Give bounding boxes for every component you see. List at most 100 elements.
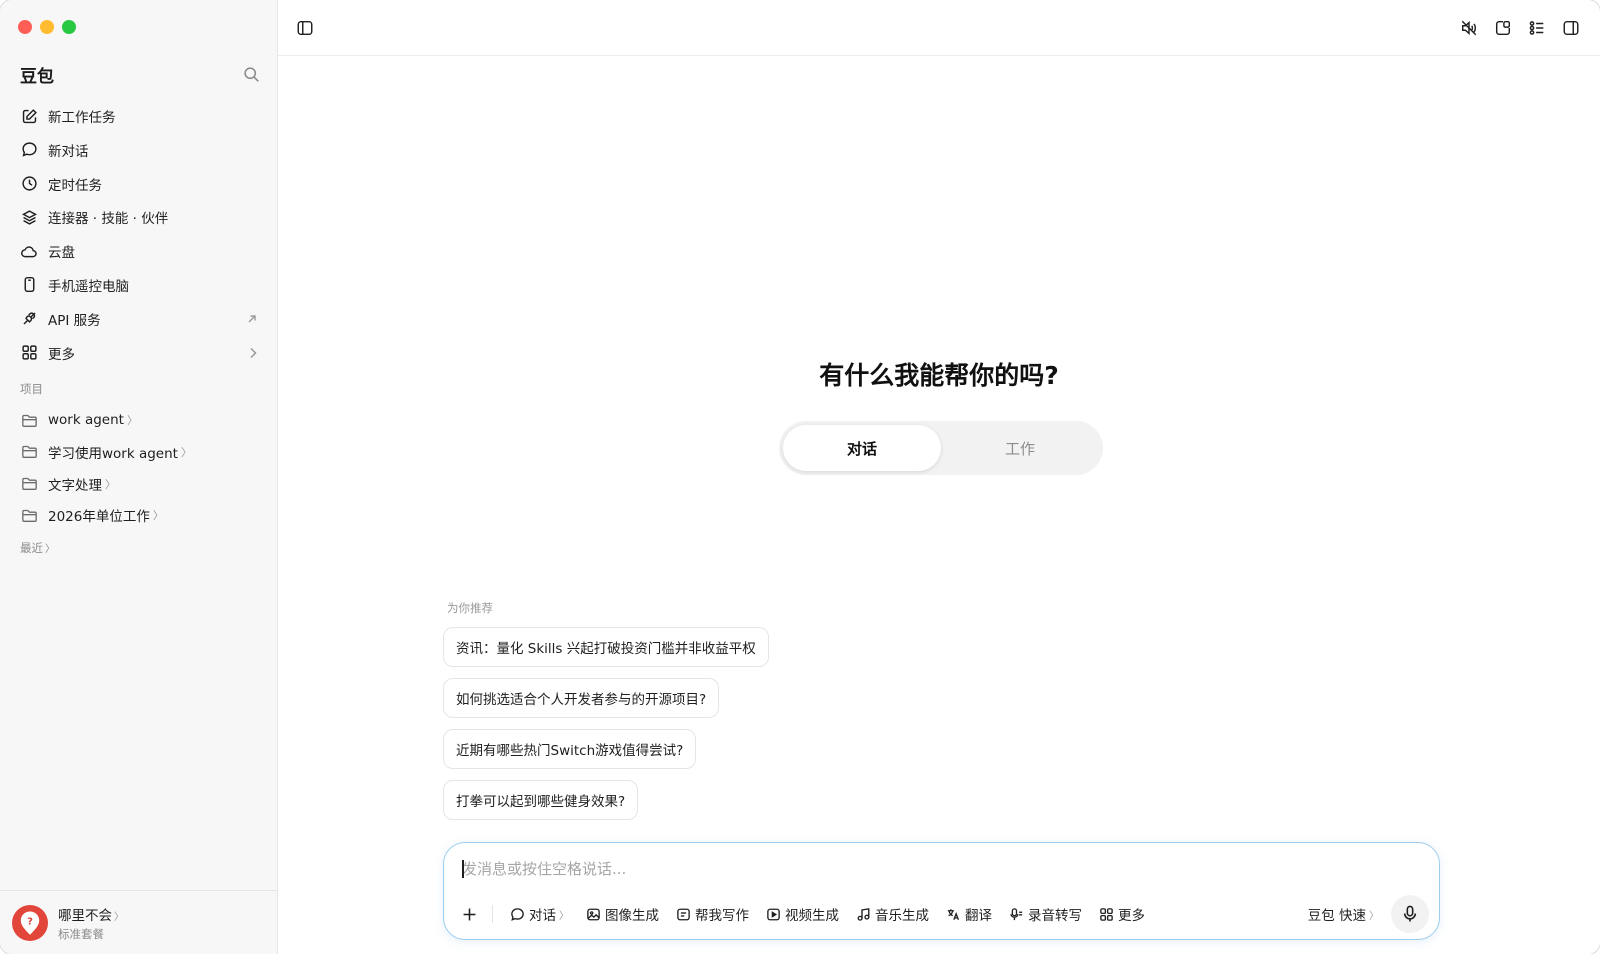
folder-icon — [20, 443, 38, 461]
chevron-right-icon: 〉 — [45, 544, 55, 555]
sidebar-item-label: 定时任务 — [48, 177, 102, 194]
greeting-heading: 有什么我能帮你的吗? — [819, 361, 1059, 390]
composer-toolbar: 对话〉 图像生成 帮我写作 视频生成 音乐生成 翻译 录音转写 更多 — [454, 899, 1155, 929]
sidebar-item-label: API 服务 — [48, 312, 101, 329]
new-window-icon[interactable] — [1492, 17, 1514, 39]
mode-tab-chat[interactable]: 对话 — [783, 425, 941, 471]
tool-music-generation[interactable]: 音乐生成 — [849, 899, 935, 929]
folder-icon — [20, 506, 38, 524]
svg-text:?: ? — [27, 916, 33, 927]
app-window: 豆包 新工作任务 新对话 定时任务 连接器 · 技能 · 伙伴 云盘 手机遥控电… — [0, 0, 1600, 954]
external-link-icon — [246, 313, 258, 325]
mute-icon[interactable] — [1458, 17, 1480, 39]
sidebar-item-label: 新工作任务 — [48, 110, 116, 126]
grid-icon — [1098, 906, 1114, 922]
cloud-icon — [20, 242, 38, 260]
model-selector[interactable]: 豆包 快速〉 — [1308, 904, 1379, 924]
top-bar — [278, 0, 1600, 56]
close-window-button[interactable] — [18, 20, 32, 34]
tool-transcription[interactable]: 录音转写 — [1002, 899, 1088, 929]
mode-switch: 对话 工作 — [779, 421, 1103, 475]
sidebar-item-connectors[interactable]: 连接器 · 技能 · 伙伴 — [12, 201, 266, 233]
message-input[interactable] — [462, 857, 1402, 881]
voice-input-button[interactable] — [1391, 895, 1429, 933]
grid-icon — [20, 344, 38, 362]
add-attachment-button[interactable] — [454, 899, 484, 929]
folder-icon — [20, 411, 38, 429]
sidebar-item-cloud-drive[interactable]: 云盘 — [12, 235, 266, 267]
composer-right-tools: 豆包 快速〉 — [1308, 895, 1429, 933]
api-icon — [20, 310, 38, 328]
chevron-right-icon: 〉 — [180, 445, 192, 459]
music-icon — [855, 906, 871, 922]
tool-label: 音乐生成 — [875, 908, 929, 924]
tool-label: 帮我写作 — [695, 908, 749, 924]
project-label: 文字处理 — [48, 477, 102, 494]
window-controls — [18, 20, 76, 34]
mic-transcribe-icon — [1008, 906, 1024, 922]
clock-icon — [20, 175, 38, 193]
chevron-right-icon: 〉 — [105, 477, 116, 491]
recent-section-toggle[interactable]: 最近〉 — [20, 540, 55, 556]
sidebar-item-label: 新对话 — [48, 143, 89, 160]
projects-section-label: 项目 — [20, 382, 43, 396]
sidebar-item-label: 云盘 — [48, 245, 75, 262]
mode-tab-work[interactable]: 工作 — [941, 425, 1099, 471]
phone-icon — [20, 276, 38, 294]
video-icon — [765, 906, 781, 922]
sidebar-toggle-icon[interactable] — [294, 17, 316, 39]
tool-label: 翻译 — [965, 908, 992, 924]
suggestion-chip[interactable]: 近期有哪些热门Switch游戏值得尝试? — [443, 729, 697, 769]
tool-translate[interactable]: 翻译 — [939, 899, 998, 929]
sidebar-item-new-chat[interactable]: 新对话 — [12, 134, 266, 166]
sidebar-item-more[interactable]: 更多 — [12, 337, 266, 369]
chevron-right-icon: 〉 — [559, 910, 569, 922]
suggestion-list: 资讯：量化 Skills 兴起打破投资门槛并非收益平权 如何挑选适合个人开发者参… — [443, 627, 769, 831]
tool-video-generation[interactable]: 视频生成 — [759, 899, 845, 929]
tool-label: 更多 — [1118, 908, 1145, 924]
recommend-label: 为你推荐 — [447, 601, 493, 615]
sidebar-item-new-work-task[interactable]: 新工作任务 — [12, 100, 266, 132]
folder-icon — [20, 475, 38, 493]
sidebar-item-phone-remote[interactable]: 手机遥控电脑 — [12, 269, 266, 301]
suggestion-chip[interactable]: 资讯：量化 Skills 兴起打破投资门槛并非收益平权 — [443, 627, 769, 667]
sidebar: 豆包 新工作任务 新对话 定时任务 连接器 · 技能 · 伙伴 云盘 手机遥控电… — [0, 0, 278, 954]
sidebar-item-scheduled-tasks[interactable]: 定时任务 — [12, 168, 266, 200]
suggestion-chip[interactable]: 打拳可以起到哪些健身效果? — [443, 780, 639, 820]
chevron-right-icon: 〉 — [114, 911, 124, 923]
suggestion-chip[interactable]: 如何挑选适合个人开发者参与的开源项目? — [443, 678, 720, 718]
project-item[interactable]: work agent 〉 — [12, 405, 266, 435]
minimize-window-button[interactable] — [40, 20, 54, 34]
message-composer: 对话〉 图像生成 帮我写作 视频生成 音乐生成 翻译 — [443, 842, 1440, 940]
project-item[interactable]: 学习使用work agent 〉 — [12, 437, 266, 467]
toolbar-divider — [492, 905, 493, 923]
model-label: 豆包 快速 — [1307, 908, 1366, 924]
task-list-icon[interactable] — [1526, 17, 1548, 39]
project-item[interactable]: 2026年单位工作〉 — [12, 500, 266, 530]
avatar: ? — [12, 904, 48, 941]
tool-writing[interactable]: 帮我写作 — [669, 899, 755, 929]
user-profile[interactable]: ? 哪里不会〉 标准套餐 — [0, 890, 278, 954]
translate-icon — [945, 906, 961, 922]
search-icon[interactable] — [240, 63, 262, 85]
chevron-right-icon: 〉 — [1369, 910, 1379, 922]
layers-icon — [20, 208, 38, 226]
chat-bubble-icon — [20, 141, 38, 159]
project-label: 学习使用work agent — [48, 445, 178, 462]
tool-more[interactable]: 更多 — [1092, 899, 1151, 929]
chevron-right-icon: 〉 — [126, 414, 138, 427]
user-text: 哪里不会〉 标准套餐 — [58, 904, 124, 942]
writing-icon — [675, 906, 691, 922]
project-label: work agent — [48, 412, 124, 428]
chevron-right-icon: 〉 — [152, 509, 164, 523]
sidebar-item-api-service[interactable]: API 服务 — [12, 303, 266, 335]
right-panel-toggle-icon[interactable] — [1560, 17, 1582, 39]
chevron-right-icon — [248, 347, 258, 359]
tool-image-generation[interactable]: 图像生成 — [579, 899, 665, 929]
project-label: 2026年单位工作 — [48, 509, 150, 526]
microphone-icon — [1402, 905, 1418, 923]
project-item[interactable]: 文字处理〉 — [12, 469, 266, 499]
zoom-window-button[interactable] — [62, 20, 76, 34]
tool-chat[interactable]: 对话〉 — [503, 899, 575, 929]
sidebar-item-label: 更多 — [48, 346, 75, 363]
